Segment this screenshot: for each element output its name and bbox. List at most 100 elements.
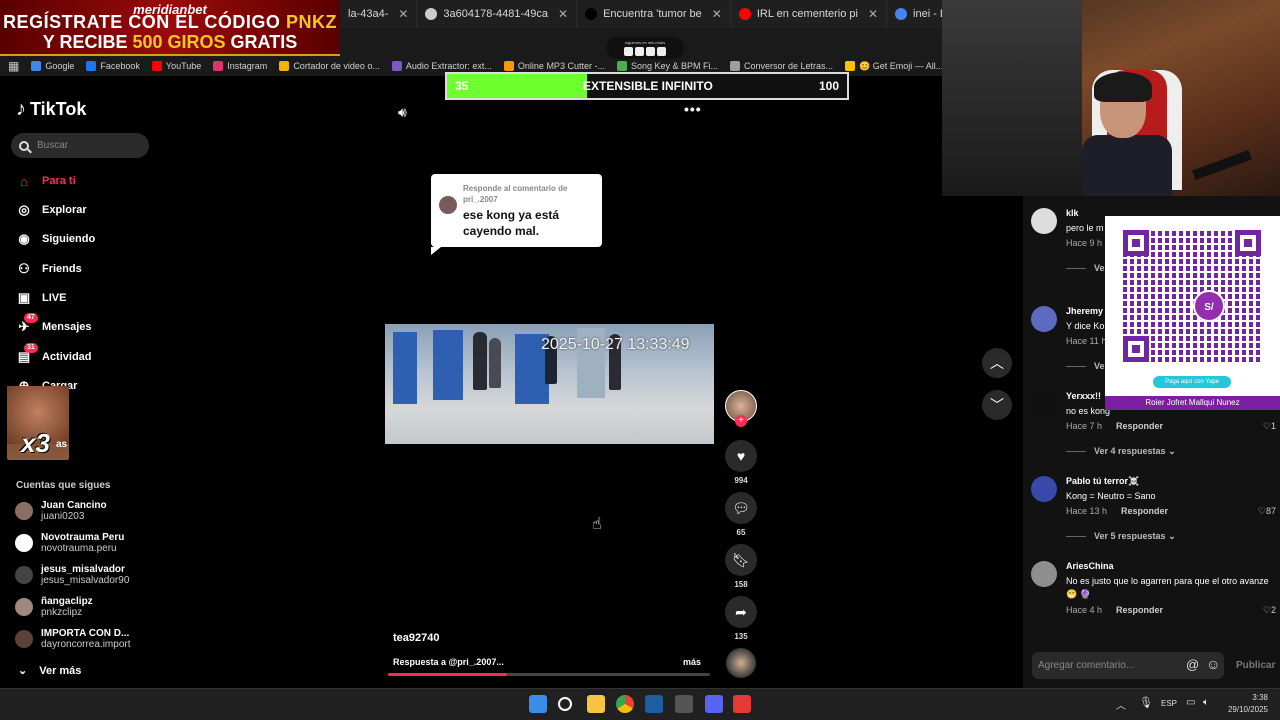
more-options-icon[interactable]: ••• xyxy=(684,101,702,117)
comment-username[interactable]: AriesChina xyxy=(1066,561,1114,571)
avatar[interactable] xyxy=(1031,208,1057,234)
comment-input[interactable] xyxy=(1038,660,1178,671)
browser-tab[interactable]: la-43a4- ✕ xyxy=(340,0,418,28)
language-indicator[interactable]: ESP xyxy=(1161,699,1177,708)
bookmark-item[interactable]: Google xyxy=(31,61,74,71)
comment-like[interactable]: ♡2 xyxy=(1263,605,1276,616)
avatar[interactable] xyxy=(1031,476,1057,502)
avatar[interactable] xyxy=(1031,561,1057,587)
comment-username[interactable]: Jheremy xyxy=(1066,306,1103,316)
tiktok-logo[interactable]: ♪ TikTok xyxy=(16,98,86,121)
following-account[interactable]: jesus_misalvador jesus_misalvador90 xyxy=(15,564,129,586)
windows-start-icon[interactable] xyxy=(529,695,547,713)
browser-tab[interactable]: Encuentra 'tumor be ✕ xyxy=(577,0,731,28)
close-icon[interactable]: ✕ xyxy=(558,7,568,21)
video-progress-bar[interactable] xyxy=(388,673,710,676)
sidebar-item-live[interactable]: ▣ LIVE xyxy=(16,290,67,306)
chrome-icon[interactable] xyxy=(616,695,634,713)
speaker-icon[interactable]: 🔈︎ xyxy=(1203,697,1209,708)
microphone-icon[interactable]: 🎙︎ xyxy=(1139,696,1153,709)
steam-icon[interactable] xyxy=(645,695,663,713)
volume-icon[interactable]: 🔊︎ xyxy=(398,104,407,121)
tray-overflow-icon[interactable]: ︿ xyxy=(1116,697,1126,712)
view-replies-button[interactable]: Ve xyxy=(1066,361,1105,371)
mention-icon[interactable]: @ xyxy=(1186,657,1199,672)
search-bar[interactable] xyxy=(11,133,149,158)
caption-more-link[interactable]: más xyxy=(683,657,701,667)
browser-tab[interactable]: inei - Buscar con Go✕ xyxy=(887,0,942,28)
reply-button[interactable]: Responder xyxy=(1116,605,1163,615)
following-account[interactable]: Juan Cancino juani0203 xyxy=(15,500,107,522)
apps-grid-icon[interactable]: ▦ xyxy=(8,59,19,73)
sidebar-item-actividad[interactable]: ▤ 31 Actividad xyxy=(16,343,92,365)
search-input[interactable] xyxy=(37,140,137,151)
next-video-button[interactable]: ﹀ xyxy=(982,390,1012,420)
comment-action[interactable]: 💬︎ 65 xyxy=(725,492,757,537)
previous-video-button[interactable]: ︿ xyxy=(982,348,1012,378)
heart-icon[interactable]: ♥ xyxy=(725,440,757,472)
share-action[interactable]: ➦ 135 xyxy=(725,596,757,641)
video-author[interactable]: tea92740 xyxy=(393,632,440,644)
sidebar-item-friends[interactable]: ⚇ Friends xyxy=(16,261,82,277)
view-replies-label: Ver 5 respuestas xyxy=(1094,531,1166,541)
bookmark-item[interactable]: YouTube xyxy=(151,61,201,71)
comment-username[interactable]: klk xyxy=(1066,208,1079,218)
promo-headline-text: REGÍSTRATE CON EL CÓDIGO xyxy=(3,12,281,32)
sidebar-item-mensajes[interactable]: ✈ 47 Mensajes xyxy=(16,313,92,335)
view-replies-button[interactable]: Ver 4 respuestas ⌄ xyxy=(1066,446,1176,457)
bookmark-item[interactable]: Audio Extractor: ext... xyxy=(391,61,492,71)
comment-like[interactable]: ♡1 xyxy=(1263,421,1276,432)
comment-like[interactable]: ♡87 xyxy=(1258,506,1276,517)
network-icon[interactable]: ▭ xyxy=(1186,697,1195,708)
avatar[interactable] xyxy=(1031,391,1057,417)
video-player[interactable]: 2025-10-27 13:33:49 xyxy=(385,324,714,444)
view-replies-button[interactable]: Ver 5 respuestas ⌄ xyxy=(1066,531,1176,542)
reply-button[interactable]: Responder xyxy=(1121,506,1168,516)
share-icon[interactable]: ➦ xyxy=(725,596,757,628)
heart-outline-icon: ♡ xyxy=(1262,605,1271,615)
file-explorer-icon[interactable] xyxy=(587,695,605,713)
comment-username[interactable]: Pablo tú terror☠️ xyxy=(1066,476,1139,487)
browser-tab[interactable]: IRL en cementerio pi ✕ xyxy=(731,0,888,28)
sidebar-item-partial[interactable]: as xyxy=(56,439,67,450)
reply-button[interactable]: Responder xyxy=(1116,421,1163,431)
sidebar-item-para-ti[interactable]: ⌂ Para ti xyxy=(16,173,76,189)
capture-app-icon[interactable] xyxy=(733,695,751,713)
comment-icon[interactable]: 💬︎ xyxy=(725,492,757,524)
following-account[interactable]: Novotrauma Peru novotrauma.peru xyxy=(15,532,124,554)
view-replies-button[interactable]: Ve xyxy=(1066,263,1105,273)
see-more-button[interactable]: ⌄ Ver más xyxy=(18,664,81,678)
obs-icon[interactable] xyxy=(675,695,693,713)
close-icon[interactable]: ✕ xyxy=(712,7,722,21)
hand-cursor-icon: ☝︎ xyxy=(592,516,602,533)
bookmark-item[interactable]: Facebook xyxy=(86,61,140,71)
bookmark-item[interactable]: Conversor de Letras... xyxy=(730,61,833,71)
clock-date[interactable]: 29/10/2025 xyxy=(1225,705,1268,714)
bookmark-item[interactable]: Online MP3 Cutter -... xyxy=(503,61,605,71)
emoji-icon[interactable]: ☺ xyxy=(1206,656,1220,672)
avatar[interactable] xyxy=(1031,306,1057,332)
home-icon: ⌂ xyxy=(20,173,28,189)
close-icon[interactable]: ✕ xyxy=(398,7,408,21)
video-progress-fill xyxy=(388,673,508,676)
follow-plus-icon[interactable]: + xyxy=(735,415,747,427)
sidebar-item-siguiendo[interactable]: ◉ Siguiendo xyxy=(16,231,95,247)
clock-time[interactable]: 3:38 xyxy=(1240,693,1268,702)
bookmark-item[interactable]: Cortador de video o... xyxy=(279,61,380,71)
sound-disc-icon[interactable] xyxy=(726,648,756,678)
discord-icon[interactable] xyxy=(705,695,723,713)
bookmark-icon[interactable]: 🔖︎ xyxy=(725,544,757,576)
search-icon[interactable] xyxy=(558,697,572,711)
following-account[interactable]: ñangaclipz pnkzclipz xyxy=(15,596,93,618)
bookmark-item[interactable]: Instagram xyxy=(213,61,267,71)
bookmark-item[interactable]: Song Key & BPM Fi... xyxy=(616,61,718,71)
bookmark-item[interactable]: 😊 Get Emoji — All... xyxy=(845,61,942,72)
save-action[interactable]: 🔖︎ 158 xyxy=(725,544,757,589)
close-icon[interactable]: ✕ xyxy=(868,7,878,21)
sidebar-item-explorar[interactable]: ◎ Explorar xyxy=(16,202,86,218)
comment-username[interactable]: Yerxxx!! xyxy=(1066,391,1101,401)
post-comment-button[interactable]: Publicar xyxy=(1236,660,1275,671)
browser-tab[interactable]: 3a604178-4481-49ca ✕ xyxy=(417,0,578,28)
like-action[interactable]: ♥ 994 xyxy=(725,440,757,485)
following-account[interactable]: IMPORTA CON D... dayroncorrea.import xyxy=(15,628,130,650)
